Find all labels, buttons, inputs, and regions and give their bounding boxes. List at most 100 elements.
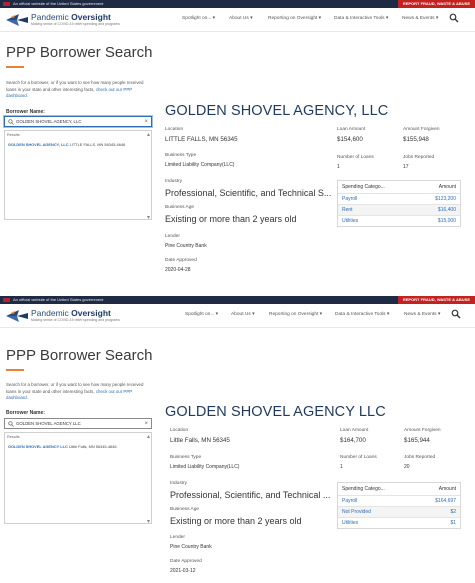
nav-data-tools[interactable]: Data & Interactive Tools ▾ xyxy=(334,16,388,21)
results-header: Results xyxy=(7,133,20,137)
borrower-name-label: Borrower Name: xyxy=(6,109,45,115)
amount-forgiven-label: Amount Forgiven xyxy=(404,428,441,433)
number-of-loans-label: Number of Loans xyxy=(337,155,374,160)
result-location: LITTLE FALLS, MN 56345-4646 xyxy=(69,142,126,147)
page-title: PPP Borrower Search xyxy=(6,44,153,61)
nav-about[interactable]: About Us ▾ xyxy=(231,312,254,317)
magnifier-icon xyxy=(8,119,14,125)
number-of-loans-label: Number of Loans xyxy=(340,455,377,460)
nav-about[interactable]: About Us ▾ xyxy=(229,16,252,21)
search-icon[interactable] xyxy=(451,309,461,319)
spending-category-header[interactable]: Spending Catego... xyxy=(342,483,385,495)
business-age-label: Business Age xyxy=(165,205,195,210)
borrower-search-input[interactable]: GOLDEN SHOVEL AGENCY, LLC × xyxy=(4,116,152,127)
industry-label: Industry xyxy=(165,179,183,184)
brand-name-b: Oversight xyxy=(71,308,111,318)
results-header: Results xyxy=(7,435,20,439)
flag-icon xyxy=(3,2,10,6)
spending-category: Utilities xyxy=(342,218,359,224)
jobs-reported-value: 20 xyxy=(404,464,410,470)
spending-category: Not Provided xyxy=(342,509,371,515)
results-list: Results GOLDEN SHOVEL AGENCY LLC Little … xyxy=(4,432,152,524)
spending-row: Payroll $123,200 xyxy=(338,193,460,204)
location-value: Little Falls, MN 56345 xyxy=(170,437,230,444)
spending-amount-header[interactable]: Amount xyxy=(439,483,456,495)
nav-reporting[interactable]: Reporting on Oversight ▾ xyxy=(269,312,322,317)
nav-news[interactable]: News & Events ▾ xyxy=(402,16,438,21)
nav-news[interactable]: News & Events ▾ xyxy=(404,312,440,317)
date-approved-label: Date Approved xyxy=(170,559,202,564)
borrower-search-input[interactable]: GOLDEN SHOVEL AGENCY LLC × xyxy=(4,418,152,429)
brand-name-b: Oversight xyxy=(71,12,111,22)
result-location: Little Falls, MN 56345-4646 xyxy=(68,444,117,449)
result-item[interactable]: GOLDEN SHOVEL AGENCY, LLC LITTLE FALLS, … xyxy=(8,142,125,147)
brand-name-a: Pandemic xyxy=(31,308,72,318)
results-list: Results GOLDEN SHOVEL AGENCY, LLC LITTLE… xyxy=(4,130,152,220)
industry-label: Industry xyxy=(170,481,188,486)
intro-text: Search for a borrower, or if you want to… xyxy=(6,80,146,100)
spending-category: Payroll xyxy=(342,196,358,202)
close-icon[interactable]: × xyxy=(144,420,148,428)
nav-spotlight[interactable]: Spotlight on... ▾ xyxy=(182,16,215,21)
brand-tagline: Making sense of COVID-19 relief spending… xyxy=(31,22,120,26)
spending-amount-header[interactable]: Amount xyxy=(439,181,456,193)
amount-forgiven-value: $155,948 xyxy=(403,136,429,143)
date-approved-label: Date Approved xyxy=(165,258,197,263)
spending-row: Not Provided $2 xyxy=(338,506,460,517)
spending-category: Rent xyxy=(342,207,353,213)
flag-icon xyxy=(3,298,10,302)
industry-value: Professional, Scientific, and Technical … xyxy=(165,188,332,198)
spending-category-header[interactable]: Spending Catego... xyxy=(342,181,385,193)
spending-row: Payroll $164,697 xyxy=(338,495,460,506)
spending-category: Payroll xyxy=(342,498,358,504)
logo-icon[interactable] xyxy=(6,13,28,27)
spending-amount: $15,000 xyxy=(437,218,456,224)
business-age-value: Existing or more than 2 years old xyxy=(170,516,302,526)
navbar: Pandemic Oversight Making sense of COVID… xyxy=(0,304,475,328)
spending-row: Utilities $15,000 xyxy=(338,215,460,226)
location-label: Location xyxy=(170,428,189,433)
amount-forgiven-label: Amount Forgiven xyxy=(403,127,440,132)
report-fraud-button[interactable]: REPORT FRAUD, WASTE & ABUSE xyxy=(397,296,475,304)
spending-amount: $1 xyxy=(450,520,456,526)
close-icon[interactable]: × xyxy=(144,118,148,126)
spending-amount: $164,697 xyxy=(435,498,456,504)
navbar: Pandemic Oversight Making sense of COVID… xyxy=(0,8,475,32)
nav-reporting[interactable]: Reporting on Oversight ▾ xyxy=(268,16,321,21)
location-value: LITTLE FALLS, MN 56345 xyxy=(165,136,238,143)
search-value: GOLDEN SHOVEL AGENCY, LLC xyxy=(16,119,82,124)
results-scrollbar[interactable] xyxy=(147,434,150,524)
result-name: GOLDEN SHOVEL AGENCY LLC xyxy=(8,444,68,449)
search-icon[interactable] xyxy=(449,13,459,23)
loan-amount-value: $154,600 xyxy=(337,136,363,143)
gov-banner-text: An official website of the United States… xyxy=(13,1,104,6)
magnifier-icon xyxy=(8,421,14,427)
business-type-label: Business Type xyxy=(170,455,202,460)
nav-spotlight[interactable]: Spotlight on... ▾ xyxy=(185,312,218,317)
company-name: GOLDEN SHOVEL AGENCY, LLC xyxy=(165,103,389,119)
nav-data-tools[interactable]: Data & Interactive Tools ▾ xyxy=(335,312,389,317)
company-name: GOLDEN SHOVEL AGENCY LLC xyxy=(165,404,386,420)
industry-value: Professional, Scientific, and Technical … xyxy=(170,490,331,500)
brand[interactable]: Pandemic Oversight Making sense of COVID… xyxy=(31,308,120,323)
report-fraud-button[interactable]: REPORT FRAUD, WASTE & ABUSE xyxy=(397,0,475,8)
borrower-name-label: Borrower Name: xyxy=(6,410,45,416)
business-type-label: Business Type xyxy=(165,153,197,158)
date-approved-value: 2021-03-12 xyxy=(170,568,196,574)
business-age-label: Business Age xyxy=(170,507,200,512)
gov-banner-text: An official website of the United States… xyxy=(13,297,104,302)
gov-banner: An official website of the United States… xyxy=(0,296,475,304)
loan-amount-label: Loan Amount xyxy=(337,127,366,132)
brand[interactable]: Pandemic Oversight Making sense of COVID… xyxy=(31,12,120,27)
result-item[interactable]: GOLDEN SHOVEL AGENCY LLC Little Falls, M… xyxy=(8,444,116,449)
screenshot-2021: An official website of the United States… xyxy=(0,296,475,583)
logo-icon[interactable] xyxy=(6,309,28,323)
results-scrollbar[interactable] xyxy=(147,132,150,220)
title-underline xyxy=(6,66,24,68)
lender-value: Pine Country Bank xyxy=(170,544,212,550)
search-value: GOLDEN SHOVEL AGENCY LLC xyxy=(16,421,81,426)
spending-row: Rent $16,400 xyxy=(338,204,460,215)
spending-header-row: Spending Catego... Amount xyxy=(338,181,460,193)
spending-amount: $2 xyxy=(450,509,456,515)
title-underline xyxy=(6,369,24,371)
